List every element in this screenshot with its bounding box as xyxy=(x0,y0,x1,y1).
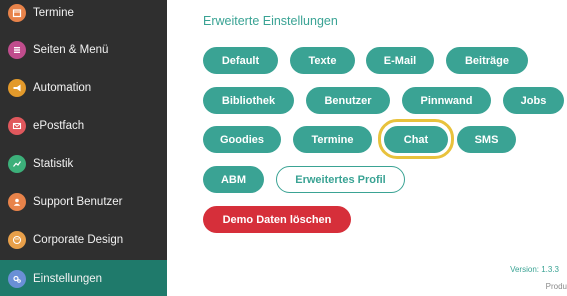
sidebar-item-statistik[interactable]: Statistik xyxy=(0,145,167,183)
sidebar-item-einstellungen[interactable]: Einstellungen xyxy=(0,260,167,296)
gears-icon xyxy=(8,270,26,288)
sms-button[interactable]: SMS xyxy=(457,126,516,153)
pages-icon xyxy=(8,41,26,59)
mail-icon xyxy=(8,117,26,135)
abm-button[interactable]: ABM xyxy=(203,166,264,193)
sidebar-item-label: Support Benutzer xyxy=(33,196,123,208)
sidebar-item-label: Corporate Design xyxy=(33,234,124,246)
user-icon xyxy=(8,193,26,211)
email-button[interactable]: E-Mail xyxy=(366,47,434,74)
sidebar-item-automation[interactable]: Automation xyxy=(0,69,167,107)
termine-button[interactable]: Termine xyxy=(293,126,372,153)
goodies-button[interactable]: Goodies xyxy=(203,126,281,153)
default-button[interactable]: Default xyxy=(203,47,278,74)
version-label: Version: 1.3.3 xyxy=(510,265,559,274)
pinnwand-button[interactable]: Pinnwand xyxy=(402,87,491,114)
chart-icon xyxy=(8,155,26,173)
calendar-icon xyxy=(8,4,26,22)
jobs-button[interactable]: Jobs xyxy=(503,87,564,114)
sidebar-item-termine[interactable]: Termine xyxy=(0,0,167,32)
section-title: Erweiterte Einstellungen xyxy=(203,14,338,28)
beitraege-button[interactable]: Beiträge xyxy=(446,47,528,74)
sidebar-item-label: Termine xyxy=(33,7,74,19)
sidebar-item-seiten-menu[interactable]: Seiten & Menü xyxy=(0,31,167,69)
texte-button[interactable]: Texte xyxy=(290,47,355,74)
sidebar-item-corporate-design[interactable]: Corporate Design xyxy=(0,221,167,259)
sidebar-item-label: Seiten & Menü xyxy=(33,44,109,56)
sidebar-item-label: Statistik xyxy=(33,158,74,170)
bibliothek-button[interactable]: Bibliothek xyxy=(203,87,294,114)
sidebar-item-support-benutzer[interactable]: Support Benutzer xyxy=(0,183,167,221)
erweitertes-profil-button[interactable]: Erweitertes Profil xyxy=(276,166,405,193)
chat-button[interactable]: Chat xyxy=(384,126,448,153)
megaphone-icon xyxy=(8,79,26,97)
demo-daten-loeschen-button[interactable]: Demo Daten löschen xyxy=(203,206,351,233)
sidebar: Termine Seiten & Menü Automation ePostfa… xyxy=(0,0,167,296)
footer-text: Produ xyxy=(545,282,567,291)
benutzer-button[interactable]: Benutzer xyxy=(306,87,390,114)
sidebar-item-epostfach[interactable]: ePostfach xyxy=(0,107,167,145)
main-content: Erweiterte Einstellungen Default Texte E… xyxy=(167,0,567,296)
sidebar-item-label: ePostfach xyxy=(33,120,85,132)
sidebar-item-label: Automation xyxy=(33,82,92,94)
palette-icon xyxy=(8,231,26,249)
sidebar-item-label: Einstellungen xyxy=(33,273,103,285)
